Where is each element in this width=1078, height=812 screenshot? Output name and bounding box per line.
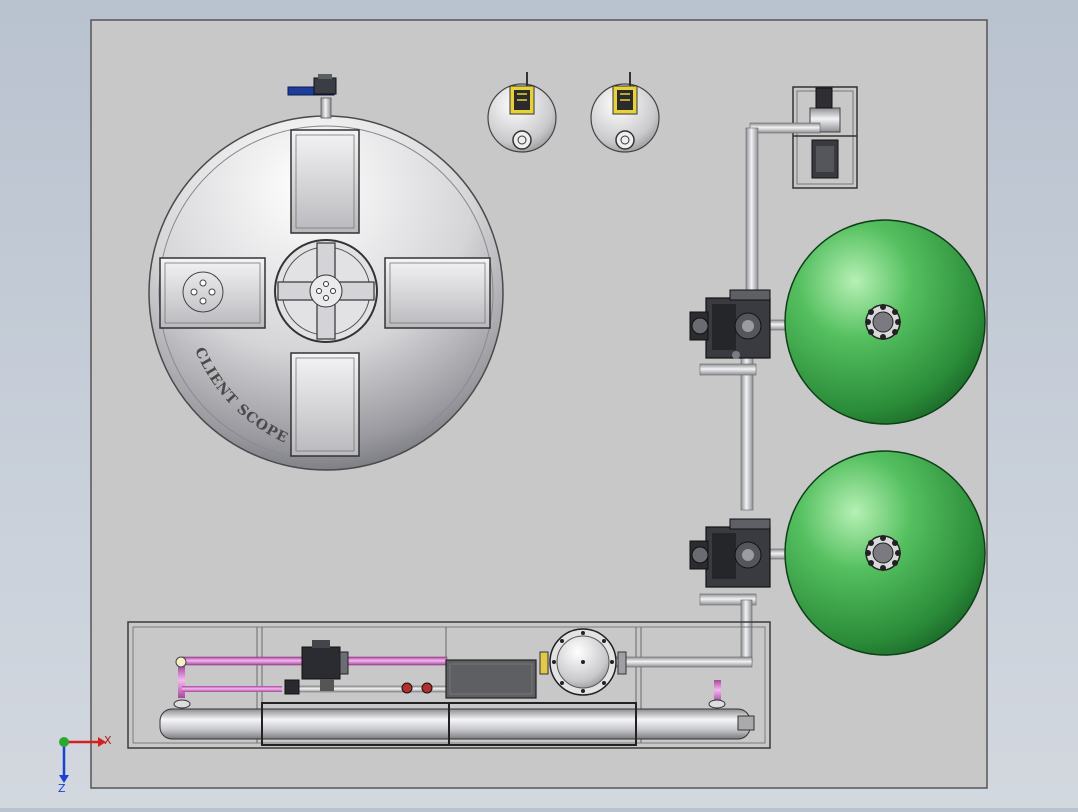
filter-vessel-2[interactable]	[784, 450, 986, 656]
tank-panel-right	[384, 257, 491, 329]
z-axis-label: Z	[58, 782, 66, 795]
control-box[interactable]	[445, 659, 537, 699]
x-axis-label: X	[104, 734, 112, 747]
assembly-drawing: CLIENT SCOPE X Z	[58, 19, 988, 795]
cad-viewport[interactable]: CLIENT SCOPE X Z	[0, 0, 1078, 808]
outlet-pipe	[611, 656, 753, 668]
tank-panel-top	[290, 129, 360, 234]
storage-tank[interactable]: CLIENT SCOPE	[148, 115, 504, 471]
filter-vessel-1[interactable]	[784, 219, 986, 425]
tank-panel-bottom	[290, 352, 360, 457]
tank-manhole[interactable]	[274, 239, 378, 343]
